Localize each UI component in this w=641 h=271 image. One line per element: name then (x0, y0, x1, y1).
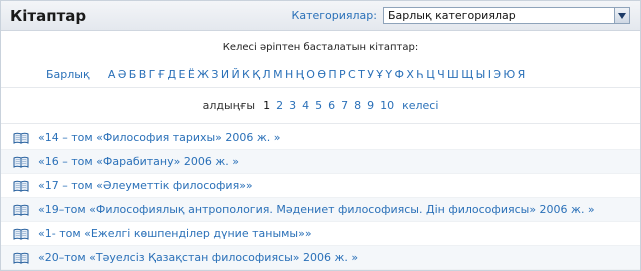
alphabet-letter[interactable]: Ё (187, 68, 196, 81)
alphabet-letter[interactable]: Ө (316, 68, 327, 81)
open-book-icon (13, 156, 29, 168)
alphabet-letter[interactable]: Һ (415, 68, 425, 81)
pager-page-link[interactable]: 4 (302, 99, 309, 112)
open-book-icon (13, 180, 29, 192)
alphabet-letter[interactable]: К (241, 68, 251, 81)
book-row: «19–том «Философиялық антропология. Мәде… (1, 198, 640, 222)
chevron-down-icon[interactable] (614, 8, 629, 23)
alphabet-letter[interactable]: Ш (446, 68, 460, 81)
open-book-icon (13, 204, 29, 216)
alphabet-letter[interactable]: Л (261, 68, 272, 81)
alphabet-letter[interactable]: В (138, 68, 148, 81)
alphabet-letter[interactable]: Ж (196, 68, 210, 81)
alphabet-letter[interactable]: Я (516, 68, 526, 81)
alphabet-letter[interactable]: Ч (436, 68, 446, 81)
divider (1, 123, 640, 124)
alphabet-letter[interactable]: Г (147, 68, 156, 81)
alphabet-letter[interactable]: Т (357, 68, 366, 81)
alphabet-letter[interactable]: О (305, 68, 316, 81)
alphabet-letter[interactable]: У (366, 68, 375, 81)
category-filter: Категориялар: Барлық категориялар (292, 7, 630, 24)
alphabet-letter[interactable]: Х (405, 68, 415, 81)
alphabet-letter[interactable]: Э (492, 68, 502, 81)
open-book-icon (13, 252, 29, 264)
book-link[interactable]: «19–том «Философиялық антропология. Мәде… (38, 203, 595, 216)
alphabet-letter[interactable]: Д (166, 68, 177, 81)
category-label: Категориялар: (291, 9, 377, 22)
alphabet-letter[interactable]: Қ (251, 68, 261, 81)
alphabet-letter[interactable]: Ғ (157, 68, 167, 81)
book-link[interactable]: «20–том «Тәуелсіз Қазақстан философиясы»… (38, 251, 358, 264)
pager-page-link[interactable]: 2 (276, 99, 283, 112)
pager-page-link[interactable]: 7 (341, 99, 348, 112)
alphabet-letter[interactable]: Ы (474, 68, 486, 81)
page-title: Кітаптар (10, 6, 87, 25)
pager-page-link[interactable]: 3 (289, 99, 296, 112)
books-panel: Кітаптар Категориялар: Барлық категориял… (0, 0, 641, 271)
alphabet-letter[interactable]: Ә (117, 68, 128, 81)
pager-page-link[interactable]: 5 (315, 99, 322, 112)
alphabet-letter[interactable]: З (210, 68, 219, 81)
alphabet-letter[interactable]: А (107, 68, 117, 81)
alphabet-letters: АӘБВГҒДЕЁЖЗИЙКҚЛМНҢОӨПРСТУҰҮФХҺЦЧШЩЫІЭЮЯ (107, 68, 527, 81)
alphabet-letter[interactable]: Н (284, 68, 295, 81)
alphabet-letter[interactable]: Е (177, 68, 186, 81)
alphabet-letter[interactable]: Ц (425, 68, 436, 81)
pagination: алдыңғы 1 2 3 4 5 6 7 8 9 10 келесі (1, 97, 640, 113)
open-book-icon (13, 228, 29, 240)
book-row: «16 – том «Фарабитану» 2006 ж. » (1, 150, 640, 174)
book-link[interactable]: «17 – том «Әлеуметтік философия»» (38, 179, 253, 192)
alphabet-letter[interactable]: Р (338, 68, 347, 81)
book-list: «14 – том «Философия тарихы» 2006 ж. » «1… (1, 126, 640, 270)
book-link[interactable]: «16 – том «Фарабитану» 2006 ж. » (38, 155, 239, 168)
alphabet-letter[interactable]: Ю (502, 68, 516, 81)
alphabet-letter[interactable]: И (220, 68, 231, 81)
alphabet-letter[interactable]: Ү (384, 68, 393, 81)
alphabet-letter[interactable]: Ф (393, 68, 405, 81)
pager-page-link[interactable]: 6 (328, 99, 335, 112)
book-row: «1- том «Ежелгі көшпенділер дүние танымы… (1, 222, 640, 246)
alphabet-letter[interactable]: Ұ (375, 68, 384, 81)
pager-next-link[interactable]: келесі (402, 99, 438, 112)
book-row: «20–том «Тәуелсіз Қазақстан философиясы»… (1, 246, 640, 270)
book-row: «17 – том «Әлеуметтік философия»» (1, 174, 640, 198)
category-select[interactable]: Барлық категориялар (383, 7, 630, 24)
alphabet-filter: Барлық АӘБВГҒДЕЁЖЗИЙКҚЛМНҢОӨПРСТУҰҮФХҺЦЧ… (1, 66, 640, 82)
pager-page-link[interactable]: 9 (367, 99, 374, 112)
pager-page-link[interactable]: 8 (354, 99, 361, 112)
alphabet-intro: Келесі әріптен басталатын кітаптар: (222, 42, 419, 53)
category-selected-value: Барлық категориялар (388, 9, 516, 22)
alphabet-letter[interactable]: Ң (294, 68, 305, 81)
alphabet-letter[interactable]: Й (230, 68, 241, 81)
book-link[interactable]: «14 – том «Философия тарихы» 2006 ж. » (38, 131, 281, 144)
panel-header: Кітаптар Категориялар: Барлық категориял… (1, 1, 640, 31)
pager-prev: алдыңғы (202, 98, 256, 112)
alphabet-letter[interactable]: Б (128, 68, 138, 81)
alphabet-letter[interactable]: С (347, 68, 357, 81)
divider (1, 87, 640, 88)
book-row: «14 – том «Философия тарихы» 2006 ж. » (1, 126, 640, 150)
pager-page-link[interactable]: 10 (380, 99, 394, 112)
pager-pages: 2 3 4 5 6 7 8 9 10 (276, 99, 394, 112)
open-book-icon (13, 132, 29, 144)
alphabet-letter[interactable]: П (327, 68, 338, 81)
pager-current-page: 1 (263, 98, 271, 112)
alphabet-letter[interactable]: М (272, 68, 284, 81)
alphabet-letter[interactable]: Щ (460, 68, 474, 81)
book-link[interactable]: «1- том «Ежелгі көшпенділер дүние танымы… (38, 227, 312, 240)
alphabet-all-link[interactable]: Барлық (46, 68, 90, 81)
